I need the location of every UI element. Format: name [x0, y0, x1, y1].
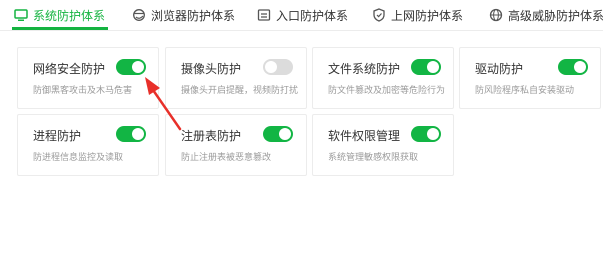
toggle-knob: [574, 61, 586, 73]
process-protection-toggle[interactable]: [116, 126, 146, 142]
tab-advanced-threat-protection[interactable]: 高级威胁防护体系: [489, 0, 603, 30]
monitor-icon: [14, 8, 28, 22]
toggle-knob: [132, 128, 144, 140]
protection-tabbar: 系统防护体系 浏览器防护体系 入口防护体系 上网防护体系 高级威胁防护体系: [0, 0, 603, 31]
tab-label: 系统防护体系: [33, 8, 106, 23]
toggle-knob: [279, 128, 291, 140]
tab-entry-protection[interactable]: 入口防护体系: [257, 0, 348, 30]
card-filesystem-protection: 文件系统防护 防文件篡改及加密等危险行为: [312, 47, 454, 109]
card-description: 防文件篡改及加密等危险行为: [328, 86, 446, 96]
card-title: 驱动防护: [475, 62, 524, 76]
tab-label: 入口防护体系: [276, 8, 349, 23]
shield-icon: [372, 8, 386, 22]
tab-system-protection[interactable]: 系统防护体系: [14, 0, 105, 30]
toggle-knob: [427, 61, 439, 73]
toggle-knob: [132, 61, 144, 73]
registry-protection-toggle[interactable]: [263, 126, 293, 142]
card-software-permission: 软件权限管理 系统管理敏感权限获取: [312, 114, 454, 176]
card-description: 防风险程序私自安装驱动: [475, 86, 575, 96]
driver-protection-toggle[interactable]: [558, 59, 588, 75]
network-security-toggle[interactable]: [116, 59, 146, 75]
card-title: 进程防护: [33, 129, 82, 143]
card-camera-protection: 摄像头防护 摄像头开启提醒，视频防打扰: [165, 47, 307, 109]
card-title: 网络安全防护: [33, 62, 106, 76]
tab-label: 浏览器防护体系: [151, 8, 236, 23]
card-description: 防进程信息监控及读取: [33, 153, 124, 163]
card-title: 软件权限管理: [328, 129, 401, 143]
browser-icon: [132, 8, 146, 22]
active-tab-indicator: [12, 27, 108, 30]
card-process-protection: 进程防护 防进程信息监控及读取: [17, 114, 159, 176]
filesystem-protection-toggle[interactable]: [411, 59, 441, 75]
tab-browser-protection[interactable]: 浏览器防护体系: [132, 0, 235, 30]
card-title: 摄像头防护: [181, 62, 242, 76]
card-description: 防止注册表被恶意篡改: [181, 153, 272, 163]
card-description: 系统管理敏感权限获取: [328, 153, 419, 163]
card-network-security: 网络安全防护 防御黑客攻击及木马危害: [17, 47, 159, 109]
camera-protection-toggle[interactable]: [263, 59, 293, 75]
entry-icon: [257, 8, 271, 22]
card-title: 文件系统防护: [328, 62, 401, 76]
toggle-knob: [265, 61, 277, 73]
card-registry-protection: 注册表防护 防止注册表被恶意篡改: [165, 114, 307, 176]
globe-icon: [489, 8, 503, 22]
tab-label: 上网防护体系: [391, 8, 464, 23]
card-description: 摄像头开启提醒，视频防打扰: [181, 86, 299, 96]
tab-internet-protection[interactable]: 上网防护体系: [372, 0, 463, 30]
toggle-knob: [427, 128, 439, 140]
software-permission-toggle[interactable]: [411, 126, 441, 142]
card-description: 防御黑客攻击及木马危害: [33, 86, 133, 96]
card-title: 注册表防护: [181, 129, 242, 143]
tab-label: 高级威胁防护体系: [508, 8, 603, 23]
card-driver-protection: 驱动防护 防风险程序私自安装驱动: [459, 47, 601, 109]
